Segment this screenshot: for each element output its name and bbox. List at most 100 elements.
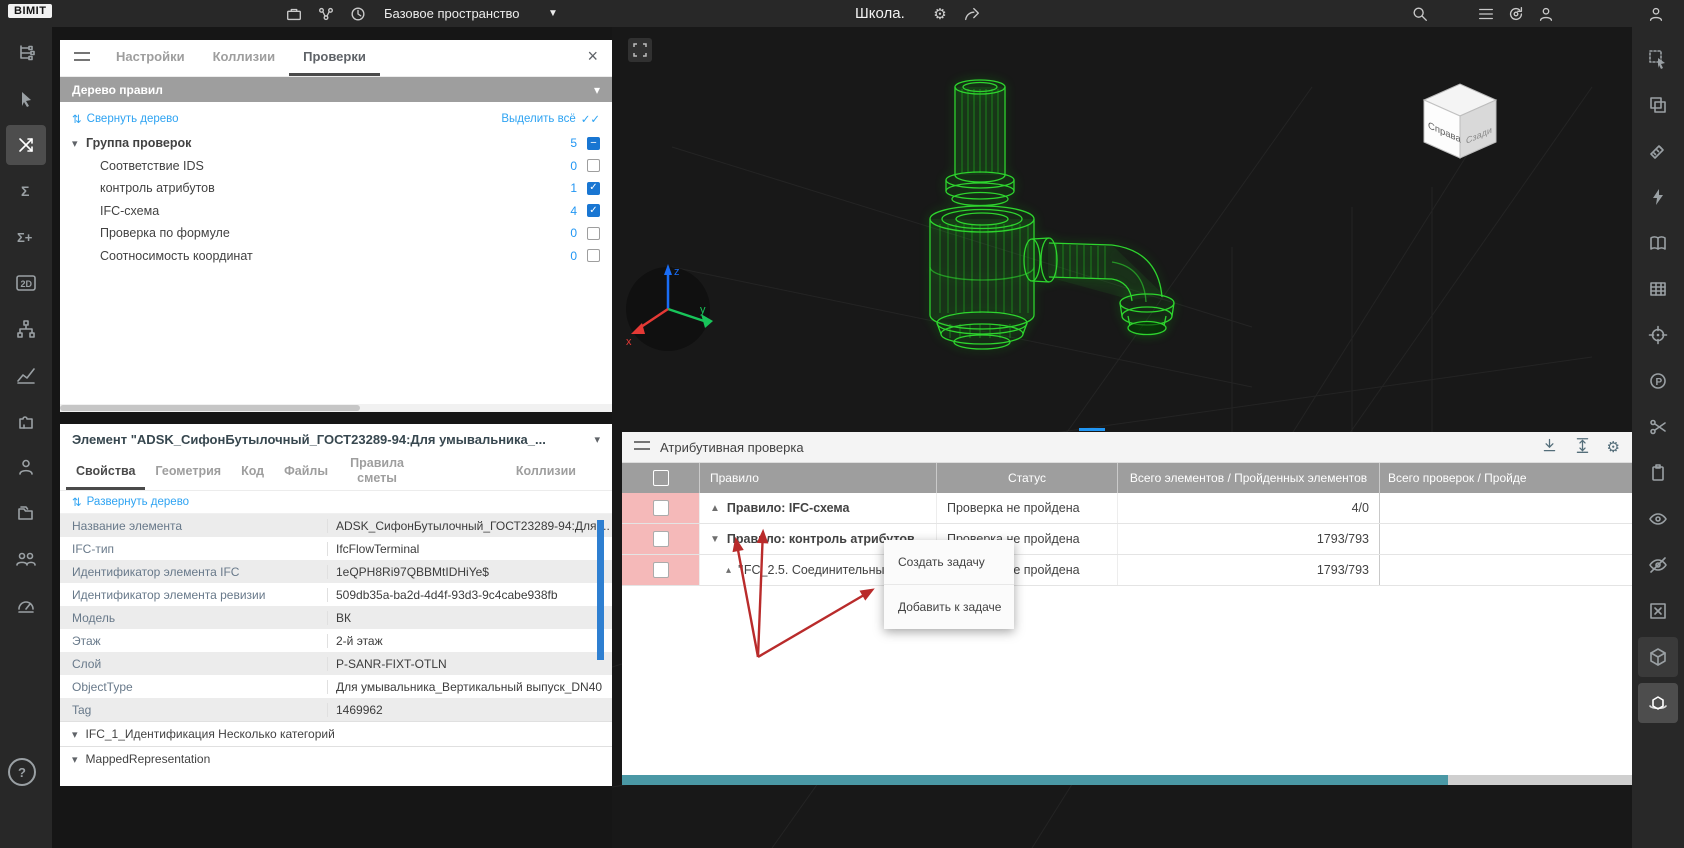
tree-item-checkbox[interactable] bbox=[587, 204, 600, 217]
settings-gear-icon[interactable]: ⚙ bbox=[930, 4, 950, 24]
lightning-icon[interactable] bbox=[1638, 177, 1678, 217]
section-cut-icon[interactable] bbox=[1638, 407, 1678, 447]
tree-root-checkbox[interactable] bbox=[587, 137, 600, 150]
rules-tree-header[interactable]: Дерево правил ▾ bbox=[60, 77, 612, 102]
tab-checks[interactable]: Проверки bbox=[289, 40, 380, 76]
plugins-icon[interactable] bbox=[6, 401, 46, 441]
workspace-icon[interactable] bbox=[284, 4, 304, 24]
person-icon[interactable] bbox=[6, 447, 46, 487]
tab-geometry[interactable]: Геометрия bbox=[145, 454, 231, 490]
expand-caret-icon[interactable]: ▼ bbox=[710, 534, 720, 545]
property-group-mapped[interactable]: ▾ MappedRepresentation bbox=[60, 746, 612, 771]
team-icon[interactable] bbox=[6, 539, 46, 579]
structure-icon[interactable] bbox=[6, 309, 46, 349]
projects-icon[interactable] bbox=[6, 493, 46, 533]
row-checkbox[interactable] bbox=[653, 531, 669, 547]
help-button[interactable]: ? bbox=[8, 758, 36, 786]
clipboard-icon[interactable] bbox=[1638, 453, 1678, 493]
column-status[interactable]: Статус bbox=[937, 463, 1118, 493]
table-row[interactable]: ▲Правило: IFC-схема Проверка не пройдена… bbox=[622, 493, 1632, 524]
tree-item-checkbox[interactable] bbox=[587, 227, 600, 240]
axis-gizmo[interactable]: z y x bbox=[614, 255, 724, 368]
tree-item-checkbox[interactable] bbox=[587, 182, 600, 195]
menu-item-create-task[interactable]: Создать задачу bbox=[884, 540, 1014, 584]
chevron-down-icon[interactable]: ▼ bbox=[548, 8, 558, 19]
collisions-icon[interactable] bbox=[6, 125, 46, 165]
user-icon[interactable] bbox=[1536, 4, 1556, 24]
table-row[interactable]: ▴'IFC_2.5. Соединительные Проверка не пр… bbox=[622, 555, 1632, 586]
tree-item[interactable]: Проверка по формуле 0 bbox=[60, 222, 612, 245]
workspace-selector[interactable]: Базовое пространство bbox=[384, 6, 520, 21]
search-icon[interactable] bbox=[1410, 4, 1430, 24]
history-icon[interactable] bbox=[348, 4, 368, 24]
tree-item[interactable]: Соответствие IDS 0 bbox=[60, 155, 612, 178]
element-header[interactable]: Элемент "ADSK_СифонБутылочный_ГОСТ23289-… bbox=[60, 424, 612, 454]
eye-icon[interactable] bbox=[1638, 499, 1678, 539]
collapse-caret-icon[interactable]: ▴ bbox=[726, 565, 731, 576]
row-checkbox-cell[interactable] bbox=[622, 555, 700, 585]
tab-code[interactable]: Код bbox=[231, 454, 274, 490]
model-tree-icon[interactable] bbox=[6, 33, 46, 73]
caret-down-icon[interactable]: ▾ bbox=[594, 433, 600, 446]
book-icon[interactable] bbox=[1638, 223, 1678, 263]
menu-item-add-to-task[interactable]: Добавить к задаче bbox=[884, 585, 1014, 629]
select-all-link[interactable]: Выделить всё ✓✓ bbox=[501, 112, 600, 126]
table-horizontal-scrollbar[interactable] bbox=[622, 775, 1632, 785]
select-pointer-icon[interactable] bbox=[6, 79, 46, 119]
orbit-cube-icon[interactable] bbox=[1638, 683, 1678, 723]
tree-item-checkbox[interactable] bbox=[587, 249, 600, 262]
close-box-icon[interactable] bbox=[1638, 591, 1678, 631]
table-row[interactable]: ▼Правило: контроль атрибутов Проверка не… bbox=[622, 524, 1632, 555]
panel-menu-icon[interactable] bbox=[74, 52, 90, 64]
fullscreen-button[interactable] bbox=[628, 38, 652, 62]
collapse-caret-icon[interactable]: ▲ bbox=[710, 503, 720, 514]
charts-icon[interactable] bbox=[6, 355, 46, 395]
panel-menu-icon[interactable] bbox=[634, 441, 650, 453]
row-checkbox[interactable] bbox=[653, 562, 669, 578]
fit-rows-icon[interactable] bbox=[1574, 437, 1591, 457]
tree-item-checkbox[interactable] bbox=[587, 159, 600, 172]
panel-resize-handle[interactable] bbox=[1079, 428, 1105, 431]
menu-list-icon[interactable] bbox=[1476, 4, 1496, 24]
header-checkbox-cell[interactable] bbox=[622, 463, 700, 493]
tree-item[interactable]: контроль атрибутов 1 bbox=[60, 177, 612, 200]
team-network-icon[interactable] bbox=[316, 4, 336, 24]
scrollbar-thumb[interactable] bbox=[60, 405, 360, 411]
close-icon[interactable]: × bbox=[587, 46, 598, 67]
horizontal-scrollbar[interactable] bbox=[60, 404, 612, 412]
sum-plus-icon[interactable]: Σ+ bbox=[6, 217, 46, 257]
share-icon[interactable] bbox=[962, 4, 982, 24]
app-logo[interactable]: BIMIT bbox=[8, 4, 52, 18]
row-checkbox-cell[interactable] bbox=[622, 493, 700, 523]
target-icon[interactable] bbox=[1638, 315, 1678, 355]
row-checkbox[interactable] bbox=[653, 500, 669, 516]
sync-user-icon[interactable] bbox=[1506, 4, 1526, 24]
scrollbar-thumb[interactable] bbox=[622, 775, 1448, 785]
eye-off-icon[interactable] bbox=[1638, 545, 1678, 585]
tree-item[interactable]: Соотносимость координат 0 bbox=[60, 245, 612, 268]
tab-collisions[interactable]: Коллизии bbox=[199, 40, 290, 76]
tree-item[interactable]: IFC-схема 4 bbox=[60, 200, 612, 223]
account-icon[interactable] bbox=[1646, 4, 1666, 24]
area-select-icon[interactable] bbox=[1638, 39, 1678, 79]
column-checks[interactable]: Всего проверок / Пройде bbox=[1380, 463, 1632, 493]
tab-estimate-rules[interactable]: Правила сметы bbox=[338, 454, 416, 490]
sum-icon[interactable]: Σ bbox=[6, 171, 46, 211]
column-elements[interactable]: Всего элементов / Пройденных элементов bbox=[1118, 463, 1380, 493]
vertical-scrollbar-thumb[interactable] bbox=[597, 520, 604, 660]
dashboard-icon[interactable] bbox=[6, 585, 46, 625]
copy-icon[interactable] bbox=[1638, 85, 1678, 125]
grid-icon[interactable] bbox=[1638, 269, 1678, 309]
tab-properties[interactable]: Свойства bbox=[66, 454, 145, 490]
align-bottom-icon[interactable] bbox=[1541, 437, 1558, 457]
select-all-checkbox[interactable] bbox=[653, 470, 669, 486]
2d-view-icon[interactable]: 2D bbox=[6, 263, 46, 303]
ruler-icon[interactable] bbox=[1638, 131, 1678, 171]
parking-icon[interactable]: P bbox=[1638, 361, 1678, 401]
row-checkbox-cell[interactable] bbox=[622, 524, 700, 554]
collapse-tree-link[interactable]: ⇅ Свернуть дерево bbox=[72, 112, 179, 126]
tree-root-row[interactable]: ▾ Группа проверок 5 bbox=[60, 132, 612, 155]
expand-tree-link[interactable]: ⇅ Развернуть дерево bbox=[60, 491, 612, 514]
tab-files[interactable]: Файлы bbox=[274, 454, 338, 490]
column-rule[interactable]: Правило bbox=[700, 463, 937, 493]
